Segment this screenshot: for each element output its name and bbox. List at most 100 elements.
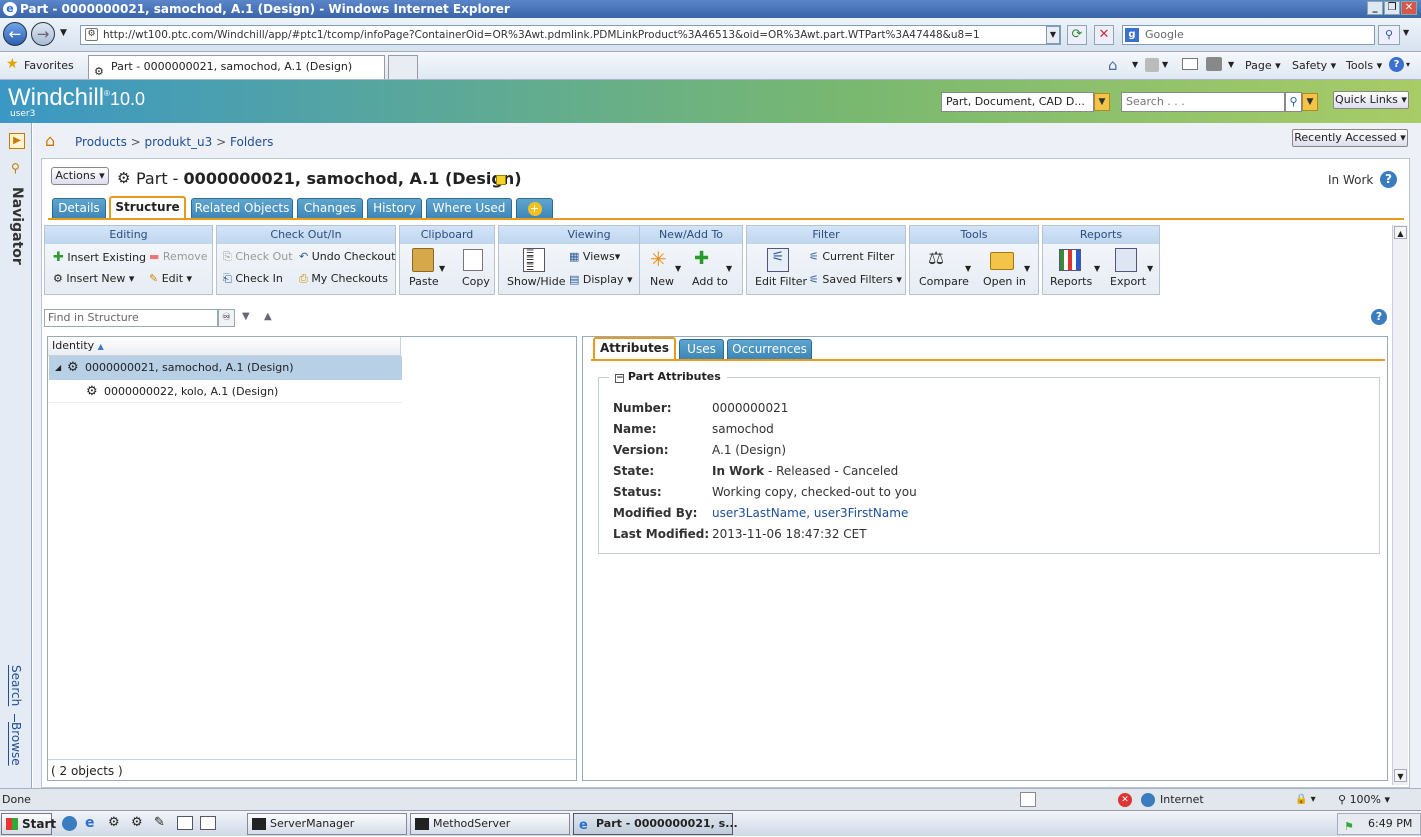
insert-existing-button[interactable]: ✚ Insert Existing	[53, 250, 146, 265]
refresh-icon[interactable]: ⟳	[1067, 25, 1087, 45]
reports-chart-icon[interactable]	[1059, 249, 1081, 271]
edit-filter-icon[interactable]: ⚟	[767, 248, 789, 272]
display-button[interactable]: ▤ Display ▾	[569, 273, 632, 286]
paste-icon[interactable]	[412, 248, 434, 272]
minimize-button[interactable]: _	[1367, 1, 1383, 15]
paste-dropdown-icon[interactable]: ▼	[439, 264, 445, 273]
tab-details[interactable]: Details	[52, 198, 106, 219]
find-binoculars-icon[interactable]: ♾	[218, 309, 235, 327]
home-breadcrumb-icon[interactable]: ⌂	[45, 131, 55, 150]
part-attributes-legend[interactable]: − Part Attributes	[609, 370, 727, 383]
search-go-icon[interactable]: ⚲	[1378, 25, 1400, 45]
add-to-button[interactable]: Add to	[692, 275, 728, 288]
search-options-dropdown-icon[interactable]: ▼	[1403, 28, 1409, 37]
quick-links-button[interactable]: Quick Links ▾	[1333, 91, 1409, 109]
quicklaunch-ie-icon[interactable]: e	[85, 815, 95, 831]
expand-navigator-icon[interactable]: ▶	[9, 133, 25, 149]
feeds-dropdown-icon[interactable]: ▼	[1162, 60, 1168, 69]
tools-menu[interactable]: Tools ▾	[1346, 59, 1382, 72]
header-search-icon[interactable]: ⚲	[1285, 92, 1302, 112]
maximize-button[interactable]: ❐	[1384, 1, 1400, 15]
tree-row-child[interactable]: ⚙ 0000000022, kolo, A.1 (Design)	[49, 380, 402, 403]
home-dropdown-icon[interactable]: ▼	[1132, 60, 1138, 69]
add-to-icon[interactable]: ✚	[694, 248, 709, 269]
compare-button[interactable]: Compare	[919, 275, 969, 288]
recently-accessed-button[interactable]: Recently Accessed ▾	[1292, 129, 1408, 147]
find-previous-icon[interactable]: ▲	[264, 311, 272, 322]
subtab-attributes[interactable]: Attributes	[593, 337, 676, 360]
open-in-dropdown-icon[interactable]: ▼	[1024, 264, 1030, 273]
home-icon[interactable]: ⌂	[1108, 56, 1118, 74]
google-search-input[interactable]: g Google	[1122, 25, 1375, 45]
breadcrumb-products[interactable]: Products	[75, 135, 127, 149]
edit-filter-button[interactable]: Edit Filter	[755, 275, 807, 288]
actions-button[interactable]: Actions ▾	[51, 167, 109, 185]
tab-changes[interactable]: Changes	[297, 198, 363, 219]
header-search-input[interactable]: Search . . .	[1121, 92, 1285, 112]
search-nav-link[interactable]: Search	[9, 665, 23, 706]
tab-related-objects[interactable]: Related Objects	[191, 198, 293, 219]
search-type-select[interactable]: Part, Document, CAD D...	[941, 92, 1094, 112]
export-dropdown-icon[interactable]: ▼	[1147, 264, 1153, 273]
breadcrumb-product[interactable]: produkt_u3	[145, 135, 213, 149]
page-scrollbar[interactable]: ▲ ▼	[1392, 225, 1408, 785]
help-menu-icon[interactable]: ?	[1389, 57, 1404, 72]
tab-add-icon[interactable]: +	[516, 198, 553, 219]
tab-structure[interactable]: Structure	[109, 196, 186, 219]
safety-menu[interactable]: Safety ▾	[1292, 59, 1336, 72]
remove-button[interactable]: ▬ Remove	[149, 250, 208, 263]
structure-help-icon[interactable]: ?	[1371, 309, 1387, 325]
mail-icon[interactable]	[1182, 58, 1198, 70]
quicklaunch-window2-icon[interactable]	[200, 816, 216, 830]
add-to-dropdown-icon[interactable]: ▼	[726, 264, 732, 273]
tab-history[interactable]: History	[367, 198, 422, 219]
quicklaunch-notepad-icon[interactable]: ✎	[154, 815, 165, 830]
search-type-dropdown-icon[interactable]: ▼	[1094, 93, 1110, 111]
breadcrumb-folders[interactable]: Folders	[230, 135, 273, 149]
browse-nav-link[interactable]: Browse	[9, 722, 23, 766]
header-search-dropdown-icon[interactable]: ▼	[1302, 93, 1318, 111]
tree-row-root[interactable]: ◢ ⚙ 0000000021, samochod, A.1 (Design)	[49, 356, 402, 380]
page-menu[interactable]: Page ▾	[1245, 59, 1281, 72]
find-in-structure-input[interactable]: Find in Structure	[44, 309, 218, 327]
help-dropdown-icon[interactable]: ▾	[1406, 60, 1410, 69]
paste-button[interactable]: Paste	[409, 275, 439, 288]
modified-by-last-link[interactable]: user3LastName	[712, 506, 806, 520]
reports-button[interactable]: Reports	[1050, 275, 1092, 288]
compare-dropdown-icon[interactable]: ▼	[965, 264, 971, 273]
copy-button[interactable]: Copy	[462, 275, 490, 288]
system-clock[interactable]: ⚑ 6:49 PM	[1337, 813, 1421, 835]
history-dropdown-icon[interactable]: ▼	[60, 28, 67, 38]
page-help-icon[interactable]: ?	[1380, 171, 1397, 188]
taskbar-ie-window[interactable]: e Part - 0000000021, s...	[573, 813, 738, 835]
check-in-button[interactable]: ⎗ Check In	[223, 272, 283, 286]
navigator-label[interactable]: Navigator	[9, 187, 25, 265]
show-hide-icon[interactable]: ☰ ☰ ☰	[523, 248, 545, 273]
favorites-button[interactable]: Favorites	[24, 59, 74, 72]
address-dropdown-icon[interactable]: ▼	[1046, 26, 1060, 44]
taskbar-servermanager[interactable]: ServerManager	[247, 813, 407, 835]
open-in-folder-icon[interactable]	[990, 252, 1014, 270]
insert-new-button[interactable]: ⚙ Insert New ▾	[53, 272, 134, 285]
stop-icon[interactable]: ✕	[1094, 25, 1114, 45]
copy-icon[interactable]	[463, 249, 483, 271]
scroll-up-icon[interactable]: ▲	[1394, 226, 1407, 239]
views-button[interactable]: ▦ Views▾	[569, 250, 620, 263]
protected-mode-icon[interactable]: 🔒 ▾	[1295, 789, 1316, 810]
new-tab-button[interactable]	[388, 55, 418, 79]
address-input[interactable]: ⚙ http://wt100.ptc.com/Windchill/app/#pt…	[80, 25, 1061, 45]
new-star-icon[interactable]: ✳	[650, 247, 667, 271]
browser-tab[interactable]: ⚙ Part - 0000000021, samochod, A.1 (Desi…	[88, 55, 385, 79]
edit-button[interactable]: ✎ Edit ▾	[149, 272, 192, 285]
new-dropdown-icon[interactable]: ▼	[675, 264, 681, 273]
zoom-control[interactable]: ⚲ 100% ▾	[1338, 789, 1390, 810]
modified-by-first-link[interactable]: user3FirstName	[814, 506, 908, 520]
subtab-uses[interactable]: Uses	[679, 339, 724, 360]
reports-dropdown-icon[interactable]: ▼	[1094, 264, 1100, 273]
quicklaunch-tools-icon[interactable]: ⚙	[108, 815, 120, 830]
feeds-icon[interactable]	[1145, 58, 1159, 72]
saved-filters-button[interactable]: ⚟ Saved Filters ▾	[809, 273, 902, 286]
start-button[interactable]: Start	[1, 813, 56, 835]
check-out-button[interactable]: ⎘ Check Out	[223, 250, 293, 264]
subtab-occurrences[interactable]: Occurrences	[727, 339, 812, 360]
